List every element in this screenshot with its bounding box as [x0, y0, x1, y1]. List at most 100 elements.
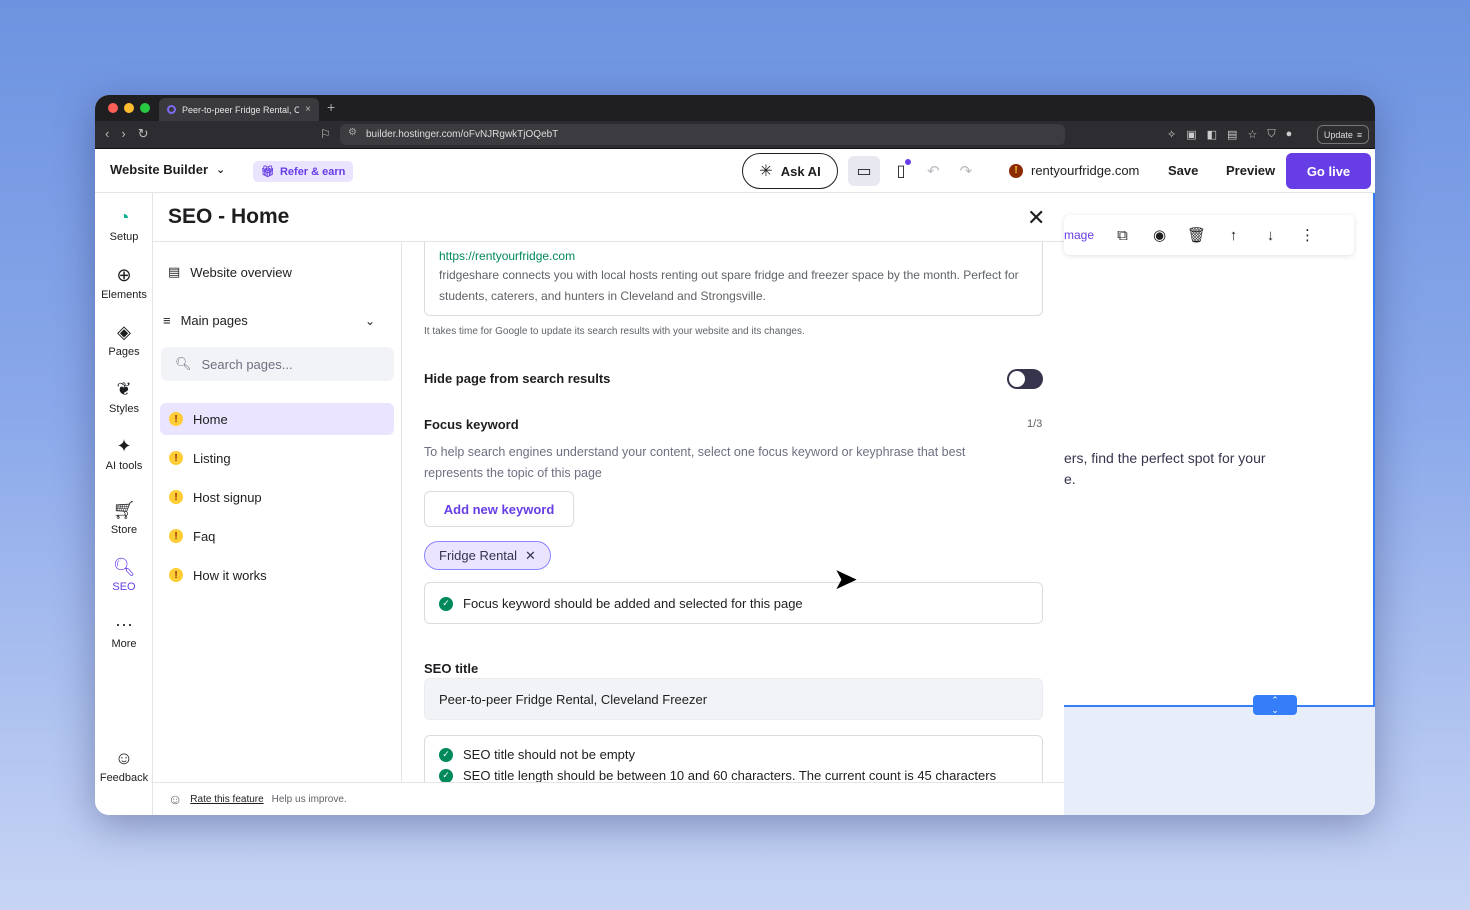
site-settings-icon[interactable]: ⚙ — [348, 127, 357, 138]
arrow-up-icon[interactable]: ↑ — [1215, 227, 1252, 244]
document-icon: ▤ — [168, 264, 181, 279]
canvas-text[interactable]: ers, find the perfect spot for your e. — [1064, 448, 1364, 490]
pages-list-column: ▤ Website overview ≡ Main pages ⌄ 🔍︎ Sea… — [153, 242, 402, 782]
google-update-note: It takes time for Google to update its s… — [424, 326, 805, 337]
page-item-how-it-works[interactable]: ! How it works — [160, 559, 394, 591]
keyword-check-box: ✓ Focus keyword should be added and sele… — [424, 582, 1043, 624]
rail-item-pages[interactable]: ◈ Pages — [95, 320, 153, 358]
rail-item-ai-tools[interactable]: ✦ AI tools — [95, 434, 153, 472]
reload-icon[interactable]: ↻ — [138, 126, 149, 142]
selection-edge — [1373, 193, 1375, 705]
rail-item-feedback[interactable]: ☺ Feedback — [95, 746, 153, 784]
main-pages-dropdown[interactable]: ≡ Main pages ⌄ — [163, 313, 375, 328]
mobile-view-button[interactable]: ▯ — [885, 156, 917, 186]
duplicate-icon[interactable]: ⧉ — [1104, 227, 1141, 244]
close-icon[interactable]: ✕ — [1027, 205, 1045, 231]
panel-footer: ☺ Rate this feature Help us improve. — [153, 782, 1064, 815]
more-icon: ··· — [115, 614, 133, 634]
search-pages-input[interactable]: 🔍︎ Search pages... — [161, 347, 394, 381]
page-item-host-signup[interactable]: ! Host signup — [160, 481, 394, 513]
main-pages-label: Main pages — [180, 313, 248, 328]
seo-title-input[interactable]: Peer-to-peer Fridge Rental, Cleveland Fr… — [424, 678, 1043, 720]
check-icon: ✓ — [439, 768, 453, 782]
tab-title: Peer-to-peer Fridge Rental, Cl — [182, 104, 300, 115]
mobile-icon: ▯ — [896, 163, 906, 180]
trash-icon[interactable]: 🗑︎ — [1178, 226, 1215, 244]
rail-item-elements[interactable]: ⊕ Elements — [95, 263, 153, 301]
rail-item-seo[interactable]: 🔍︎ SEO — [95, 555, 153, 593]
bookmark-icon[interactable]: ⚐ — [320, 127, 331, 141]
plus-circle-icon: ⊕ — [116, 265, 132, 285]
cart-icon: 🛒︎ — [112, 500, 136, 520]
refer-earn-button[interactable]: 🎁︎ Refer & earn — [253, 161, 354, 182]
back-icon[interactable]: ‹ — [105, 126, 109, 142]
domain-selector[interactable]: ! rentyourfridge.com — [1009, 163, 1139, 178]
add-keyword-button[interactable]: Add new keyword — [424, 491, 574, 527]
preview-button[interactable]: Preview — [1226, 163, 1275, 178]
profile-icon[interactable]: ● — [1286, 128, 1293, 141]
canvas-text-line: e. — [1064, 471, 1076, 487]
section-resize-handle[interactable]: ⌃ ⌄ — [1253, 695, 1297, 715]
rate-feature-link[interactable]: Rate this feature — [190, 794, 263, 805]
arrow-down-icon[interactable]: ↓ — [1252, 227, 1289, 244]
warning-icon: ! — [169, 451, 183, 465]
chevron-down-icon: ⌄ — [364, 313, 375, 328]
smile-icon: ☺ — [168, 791, 183, 807]
tab-close-icon[interactable]: × — [305, 104, 311, 115]
minimize-window-button[interactable] — [124, 103, 134, 113]
styles-icon: ❦ — [116, 379, 132, 399]
check-text: SEO title should not be empty — [463, 747, 635, 762]
layers-icon: ◈ — [117, 322, 131, 342]
maximize-window-button[interactable] — [140, 103, 150, 113]
wallet-icon[interactable]: ▤ — [1227, 128, 1237, 141]
ask-ai-button[interactable]: ✳ Ask AI — [742, 153, 838, 189]
warning-icon: ! — [169, 568, 183, 582]
toolbar-text[interactable]: mage — [1064, 228, 1104, 242]
save-button[interactable]: Save — [1168, 163, 1198, 178]
hide-page-toggle[interactable] — [1007, 369, 1043, 389]
extension-puzzle-icon[interactable]: ✧ — [1167, 128, 1176, 141]
rail-item-store[interactable]: 🛒︎ Store — [95, 498, 153, 536]
rail-item-more[interactable]: ··· More — [95, 612, 153, 650]
warning-icon: ! — [169, 529, 183, 543]
page-item-home[interactable]: ! Home — [160, 403, 394, 435]
check-row: ✓ SEO title length should be between 10 … — [439, 765, 1028, 782]
desktop-view-button[interactable]: ▭ — [848, 156, 880, 186]
sidebar-icon[interactable]: ◧ — [1207, 128, 1217, 141]
left-sidebar: ◔ Setup ⊕ Elements ◈ Pages ❦ Styles ✦ AI… — [95, 193, 153, 815]
website-builder-menu[interactable]: Website Builder ⌄ — [110, 162, 225, 177]
warning-icon: ! — [169, 412, 183, 426]
keyword-chip[interactable]: Fridge Rental ✕ — [424, 541, 551, 570]
browser-tab[interactable]: Peer-to-peer Fridge Rental, Cl × — [159, 98, 319, 121]
eye-icon[interactable]: ◉ — [1141, 226, 1178, 244]
rail-item-styles[interactable]: ❦ Styles — [95, 377, 153, 415]
gift-icon: 🎁︎ — [261, 166, 275, 178]
close-window-button[interactable] — [108, 103, 118, 113]
page-item-listing[interactable]: ! Listing — [160, 442, 394, 474]
extension-screen-icon[interactable]: ▣ — [1186, 128, 1196, 141]
forward-icon[interactable]: › — [121, 126, 125, 142]
refer-label: Refer & earn — [279, 165, 346, 178]
star-icon[interactable]: ☆ — [1247, 128, 1257, 141]
address-bar[interactable]: ⚙ builder.hostinger.com/oFvNJRgwkTjOQebT — [340, 124, 1065, 145]
undo-icon[interactable]: ↶ — [927, 162, 940, 180]
app-name: Website Builder — [110, 162, 209, 177]
redo-icon[interactable]: ↷ — [960, 162, 973, 180]
desktop-icon: ▭ — [856, 163, 872, 180]
more-vertical-icon[interactable]: ⋮ — [1289, 226, 1326, 244]
shield-icon[interactable]: ⛉ — [1267, 128, 1275, 141]
remove-keyword-icon[interactable]: ✕ — [525, 548, 536, 564]
rail-item-setup[interactable]: ◔ Setup — [95, 205, 153, 243]
rail-label: Elements — [101, 289, 147, 301]
page-item-faq[interactable]: ! Faq — [160, 520, 394, 552]
hide-page-label: Hide page from search results — [424, 371, 611, 386]
new-tab-button[interactable]: + — [327, 99, 335, 115]
update-button[interactable]: Update ≡ — [1317, 125, 1369, 144]
feedback-icon: ☺ — [114, 748, 134, 768]
search-icon: 🔍︎ — [175, 356, 192, 371]
website-overview-link[interactable]: ▤ Website overview — [168, 264, 292, 280]
browser-tab-bar: Peer-to-peer Fridge Rental, Cl × + — [95, 95, 1375, 121]
go-live-button[interactable]: Go live — [1286, 153, 1371, 189]
rail-label: More — [111, 638, 137, 650]
next-section — [1064, 705, 1375, 815]
